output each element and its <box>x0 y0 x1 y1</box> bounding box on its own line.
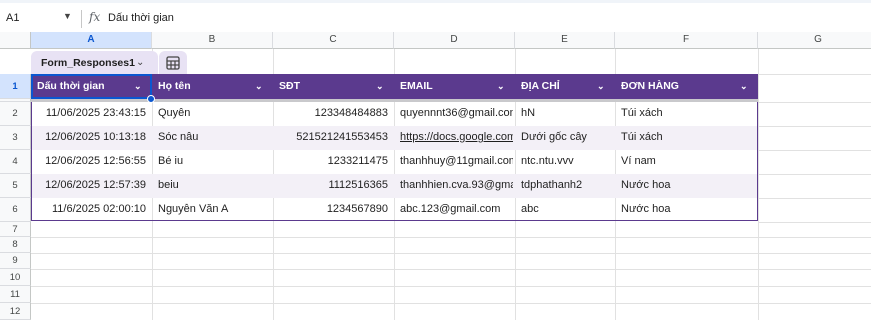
chevron-down-icon[interactable]: ⌄ <box>597 81 605 92</box>
header-cell-address[interactable]: ĐỊA CHỈ ⌄ <box>515 74 615 99</box>
column-header-a[interactable]: A <box>31 32 152 49</box>
grid-line <box>758 150 871 151</box>
grid-line <box>758 126 871 127</box>
grid-line <box>31 237 871 238</box>
chevron-down-icon[interactable]: ⌄ <box>740 81 748 92</box>
row-header-7[interactable]: 7 <box>0 222 31 237</box>
function-icon: fx <box>89 10 101 24</box>
header-cell-name[interactable]: Họ tên ⌄ <box>152 74 273 99</box>
select-all-corner[interactable] <box>0 32 31 49</box>
fill-handle[interactable] <box>147 95 155 103</box>
toolbar-divider <box>0 0 871 3</box>
formula-bar: A1 ▼ fx Dấu thời gian <box>0 0 871 36</box>
header-label: EMAIL <box>400 80 433 92</box>
row-header-12[interactable]: 12 <box>0 303 31 320</box>
row-header-3[interactable]: 3 <box>0 126 31 150</box>
column-header-e[interactable]: E <box>515 32 615 49</box>
grid-line <box>758 49 759 320</box>
name-box[interactable]: A1 ▼ <box>6 11 76 26</box>
chevron-down-icon[interactable]: ⌄ <box>136 57 144 68</box>
header-cell-order[interactable]: ĐƠN HÀNG ⌄ <box>615 74 758 99</box>
row-header-4[interactable]: 4 <box>0 150 31 174</box>
column-header-b[interactable]: B <box>152 32 273 49</box>
row-header-10[interactable]: 10 <box>0 269 31 286</box>
header-cell-phone[interactable]: SĐT ⌄ <box>273 74 394 99</box>
grid-line <box>31 303 871 304</box>
table-name: Form_Responses1 <box>41 57 135 69</box>
cell-reference: A1 <box>6 12 20 24</box>
chevron-down-icon[interactable]: ▼ <box>63 11 72 21</box>
grid-line <box>758 222 871 223</box>
formula-input[interactable]: Dấu thời gian <box>108 12 174 24</box>
table-name-tab[interactable]: Form_Responses1 ⌄ <box>31 51 158 74</box>
table-body-border <box>31 102 758 221</box>
grid-line <box>31 253 871 254</box>
chevron-down-icon[interactable]: ⌄ <box>255 81 263 92</box>
row-header-6[interactable]: 6 <box>0 198 31 222</box>
header-label: Họ tên <box>158 80 191 92</box>
table-view-button[interactable] <box>159 51 187 74</box>
header-cell-email[interactable]: EMAIL ⌄ <box>394 74 515 99</box>
column-header-d[interactable]: D <box>394 32 515 49</box>
row-header-8[interactable]: 8 <box>0 237 31 253</box>
selected-cell-outline <box>31 74 152 99</box>
table-icon <box>166 56 180 70</box>
column-header-c[interactable]: C <box>273 32 394 49</box>
grid-line <box>758 74 871 75</box>
row-header-9[interactable]: 9 <box>0 253 31 269</box>
grid-line <box>31 269 871 270</box>
column-header-g[interactable]: G <box>758 32 871 49</box>
grid-line <box>758 102 871 103</box>
grid-line <box>31 286 871 287</box>
row-header-1[interactable]: 1 <box>0 74 31 99</box>
formula-bar-separator <box>81 10 82 28</box>
grid-line <box>758 198 871 199</box>
row-header-5[interactable]: 5 <box>0 174 31 198</box>
column-header-f[interactable]: F <box>615 32 758 49</box>
header-label: ĐƠN HÀNG <box>621 80 679 92</box>
grid-line <box>758 174 871 175</box>
row-header-2[interactable]: 2 <box>0 102 31 126</box>
chevron-down-icon[interactable]: ⌄ <box>376 81 384 92</box>
chevron-down-icon[interactable]: ⌄ <box>497 81 505 92</box>
row-header-11[interactable]: 11 <box>0 286 31 303</box>
header-label: ĐỊA CHỈ <box>521 80 560 92</box>
header-label: SĐT <box>279 80 300 92</box>
